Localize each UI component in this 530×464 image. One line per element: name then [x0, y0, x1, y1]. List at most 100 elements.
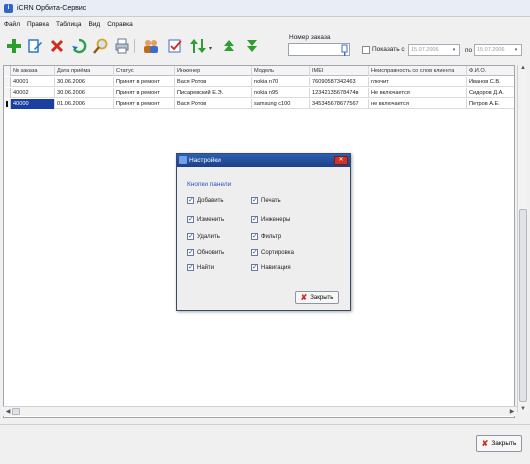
table-cell[interactable]: Принят в ремонт	[114, 99, 175, 109]
date-from-picker[interactable]: 15.07.2006 ▾	[408, 44, 460, 56]
table-row[interactable]: 40002 30.06.2006 Принят в ремонт Писарев…	[4, 88, 514, 98]
row-marker[interactable]	[4, 77, 11, 87]
dialog-close-button[interactable]: ✘ Закрыть	[295, 291, 339, 304]
column-header[interactable]: Модель	[252, 66, 310, 76]
menu-view[interactable]: Вид	[88, 21, 100, 28]
checkbox-checked-icon	[187, 215, 194, 223]
dialog-title-bar[interactable]: Настройки ✕	[177, 154, 350, 167]
table-cell[interactable]: nokia n70	[252, 77, 310, 87]
table-cell[interactable]: Принят в ремонт	[114, 77, 175, 87]
option-engineers-checkbox[interactable]: Инженеры	[251, 215, 291, 223]
option-label: Удалить	[197, 233, 220, 240]
option-edit-checkbox[interactable]: Изменить	[187, 215, 225, 223]
find-button[interactable]	[92, 37, 110, 55]
date-from-value: 15.07.2006	[411, 47, 439, 53]
table-cell[interactable]: 76090587342463	[310, 77, 369, 87]
date-to-picker[interactable]: 15.07.2006 ▾	[474, 44, 522, 56]
row-marker[interactable]	[4, 88, 11, 98]
table-row-selected[interactable]: 40000 01.06.2006 Принят в ремонт Вася Ро…	[4, 99, 514, 109]
navigate-down-button[interactable]	[243, 37, 261, 55]
horizontal-scroll-thumb[interactable]	[12, 408, 20, 415]
option-find-checkbox[interactable]: Найти	[187, 263, 214, 271]
scroll-right-icon[interactable]: ▶	[507, 408, 517, 415]
option-navigation-checkbox[interactable]: Навигация	[251, 263, 291, 271]
option-label: Изменить	[197, 216, 225, 223]
table-cell[interactable]: 01.06.2006	[55, 99, 114, 109]
table-cell[interactable]: 30.06.2006	[55, 77, 114, 87]
dialog-close-icon[interactable]: ✕	[334, 156, 348, 165]
option-delete-checkbox[interactable]: Удалить	[187, 232, 220, 240]
column-header[interactable]: Статус	[114, 66, 175, 76]
option-refresh-checkbox[interactable]: Обновить	[187, 248, 224, 256]
navigate-up-button[interactable]	[220, 37, 238, 55]
edit-button[interactable]	[26, 37, 44, 55]
sort-button[interactable]	[189, 37, 207, 55]
option-label: Сортировка	[261, 249, 294, 256]
option-print-checkbox[interactable]: Печать	[251, 196, 281, 204]
table-cell[interactable]: 40001	[11, 77, 55, 87]
option-filter-checkbox[interactable]: Фильтр	[251, 232, 281, 240]
checkbox-checked-icon	[251, 196, 258, 204]
pin-icon[interactable]	[341, 44, 349, 58]
column-header[interactable]: № заказа	[11, 66, 55, 76]
table-cell[interactable]: Сидоров Д.А.	[467, 88, 514, 98]
settings-dialog: Настройки ✕ Кнопки панели Добавить Измен…	[176, 153, 351, 311]
table-cell[interactable]: Иванов С.В.	[467, 77, 514, 87]
table-cell[interactable]: Писаревский Е.Э.	[175, 88, 252, 98]
filter-button[interactable]	[166, 37, 184, 55]
date-to-label: по	[465, 47, 473, 54]
add-button[interactable]	[5, 37, 23, 55]
table-cell[interactable]: nokia n95	[252, 88, 310, 98]
option-label: Печать	[261, 197, 281, 204]
column-header[interactable]: Ф.И.О.	[467, 66, 514, 76]
close-icon: ✘	[300, 293, 308, 302]
table-cell[interactable]: Не включается	[369, 88, 467, 98]
horizontal-scrollbar[interactable]: ◀ ▶	[3, 406, 517, 416]
column-header[interactable]: Дата приёма	[55, 66, 114, 76]
sort-icon	[190, 39, 206, 53]
vertical-scrollbar[interactable]: ▲ ▼	[517, 65, 527, 412]
vertical-scroll-thumb[interactable]	[519, 209, 527, 402]
table-row[interactable]: 40001 30.06.2006 Принят в ремонт Вася Ро…	[4, 77, 514, 87]
checkbox-checked-icon	[251, 215, 258, 223]
column-header[interactable]: Неисправность со слов клиента	[369, 66, 467, 76]
table-cell[interactable]: глючит	[369, 77, 467, 87]
refresh-button[interactable]	[70, 37, 88, 55]
table-cell[interactable]: 345345678677567	[310, 99, 369, 109]
menu-edit[interactable]: Правка	[27, 21, 49, 28]
close-button[interactable]: ✘ Закрыть	[476, 435, 522, 452]
column-header[interactable]: IMEI	[310, 66, 369, 76]
engineers-button[interactable]	[142, 37, 160, 55]
option-sort-checkbox[interactable]: Сортировка	[251, 248, 294, 256]
checkbox-checked-icon	[251, 232, 258, 240]
navigate-up-icon	[224, 40, 234, 51]
table-cell[interactable]: 40002	[11, 88, 55, 98]
current-row-marker[interactable]	[4, 99, 11, 109]
scroll-down-icon[interactable]: ▼	[518, 406, 528, 412]
table-cell[interactable]: Вася Ротов	[175, 99, 252, 109]
table-cell[interactable]: Петров А.Е.	[467, 99, 514, 109]
option-label: Инженеры	[261, 216, 291, 223]
table-cell[interactable]: Вася Ротов	[175, 77, 252, 87]
table-cell[interactable]: 30.06.2006	[55, 88, 114, 98]
menu-help[interactable]: Справка	[107, 21, 133, 28]
table-cell-selected[interactable]: 40000	[11, 99, 55, 109]
option-add-checkbox[interactable]: Добавить	[187, 196, 224, 204]
scroll-up-icon[interactable]: ▲	[518, 65, 528, 71]
delete-button[interactable]	[48, 37, 66, 55]
table-cell[interactable]: не включается	[369, 99, 467, 109]
sort-dropdown-icon[interactable]: ▾	[209, 45, 212, 52]
filter-icon	[168, 39, 182, 53]
menu-table[interactable]: Таблица	[56, 21, 82, 28]
column-header[interactable]: Инженер	[175, 66, 252, 76]
print-button[interactable]	[113, 37, 131, 55]
table-cell[interactable]: 12342135678474в	[310, 88, 369, 98]
menu-file[interactable]: Файл	[4, 21, 20, 28]
checkbox-checked-icon	[187, 232, 194, 240]
show-from-checkbox[interactable]	[362, 46, 370, 54]
table-cell[interactable]: samsung c100	[252, 99, 310, 109]
print-icon	[115, 38, 129, 54]
option-label: Навигация	[261, 264, 291, 271]
table-cell[interactable]: Принят в ремонт	[114, 88, 175, 98]
table-header: № заказа Дата приёма Статус Инженер Моде…	[4, 66, 514, 76]
